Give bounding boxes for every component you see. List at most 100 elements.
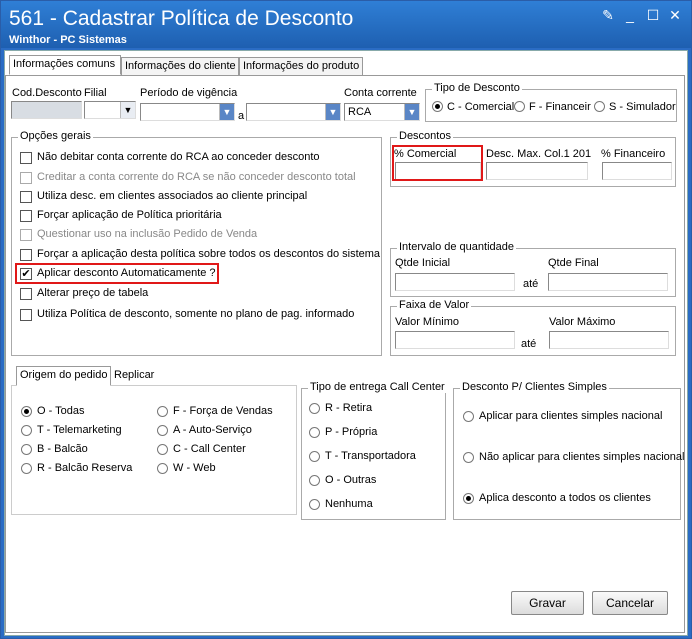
cod-desconto-input	[11, 101, 82, 119]
radio-simulador-label: S - Simulador	[609, 101, 676, 113]
conta-corrente-value: RCA	[348, 106, 372, 118]
origem-radio[interactable]	[157, 463, 168, 474]
simples-radio-label: Aplicar para clientes simples nacional	[479, 410, 663, 422]
entrega-radio[interactable]	[309, 451, 320, 462]
opcao-label: Creditar a conta corrente do RCA se não …	[37, 171, 356, 183]
maximize-icon[interactable]: ☐	[644, 7, 662, 23]
descontos-title: Descontos	[397, 130, 453, 142]
chevron-down-icon[interactable]: ▼	[404, 104, 419, 120]
chevron-down-icon[interactable]: ▼	[219, 104, 234, 120]
cod-desconto-label: Cod.Desconto	[12, 87, 82, 99]
entrega-radio[interactable]	[309, 427, 320, 438]
opcao-checkbox[interactable]	[20, 172, 32, 184]
origem-radio-label: B - Balcão	[37, 443, 88, 455]
origem-radio-label: R - Balcão Reserva	[37, 462, 133, 474]
radio-financeiro[interactable]	[514, 101, 525, 112]
periodo-label: Período de vigência	[140, 87, 238, 99]
entrega-radio-label: Nenhuma	[325, 498, 373, 510]
periodo-a-label: a	[238, 110, 245, 122]
radio-comercial-label: C - Comercial	[447, 101, 515, 113]
valor-maximo-input[interactable]	[549, 331, 669, 349]
chevron-down-icon[interactable]: ▼	[120, 102, 135, 118]
opcao-label: Utiliza desc. em clientes associados ao …	[37, 190, 308, 202]
origem-radio-label: C - Call Center	[173, 443, 246, 455]
window-title: 561 - Cadastrar Política de Desconto	[9, 7, 354, 30]
title-bar: 561 - Cadastrar Política de Desconto Win…	[1, 1, 691, 48]
opcao-label: Questionar uso na inclusão Pedido de Ven…	[37, 228, 258, 240]
desc-max-input[interactable]	[486, 162, 588, 180]
tab-informacoes-produto[interactable]: Informações do produto	[239, 57, 363, 75]
simples-radio[interactable]	[463, 411, 474, 422]
origem-radio[interactable]	[21, 425, 32, 436]
qtde-inicial-label: Qtde Inicial	[395, 257, 451, 269]
origem-radio-label: W - Web	[173, 462, 216, 474]
entrega-radio[interactable]	[309, 475, 320, 486]
opcao-checkbox[interactable]	[20, 309, 32, 321]
valor-minimo-label: Valor Mínimo	[395, 316, 459, 328]
tab-informacoes-comuns[interactable]: Informações comuns	[9, 55, 121, 75]
qtde-final-input[interactable]	[548, 273, 668, 291]
opcao-checkbox[interactable]	[20, 210, 32, 222]
tab-replicar[interactable]: Replicar	[111, 367, 158, 386]
periodo-inicio-input[interactable]: ▼	[140, 103, 235, 121]
desc-max-label: Desc. Max. Col.1 201	[486, 148, 592, 160]
entrega-title: Tipo de entrega Call Center	[308, 381, 447, 393]
entrega-radio-label: O - Outras	[325, 474, 377, 486]
conta-corrente-label: Conta corrente	[344, 87, 417, 99]
qtde-final-label: Qtde Final	[548, 257, 599, 269]
radio-comercial[interactable]	[432, 101, 443, 112]
opcao-checkbox[interactable]	[20, 249, 32, 261]
close-icon[interactable]: ✕	[666, 7, 684, 23]
entrega-radio[interactable]	[309, 403, 320, 414]
filial-label: Filial	[84, 87, 107, 99]
tab-informacoes-cliente[interactable]: Informações do cliente	[121, 57, 239, 75]
simples-radio[interactable]	[463, 452, 474, 463]
conta-corrente-select[interactable]: RCA ▼	[344, 103, 420, 121]
origem-radio-label: A - Auto-Serviço	[173, 424, 252, 436]
origem-radio[interactable]	[21, 463, 32, 474]
opcao-checkbox[interactable]	[20, 288, 32, 300]
gravar-button[interactable]: Gravar	[511, 591, 584, 615]
highlight-comercial	[392, 145, 483, 181]
valor-maximo-label: Valor Máximo	[549, 316, 616, 328]
opcao-checkbox[interactable]	[20, 191, 32, 203]
radio-simulador[interactable]	[594, 101, 605, 112]
tipo-desconto-title: Tipo de Desconto	[432, 82, 522, 94]
opcoes-gerais-title: Opções gerais	[18, 130, 93, 142]
origem-radio[interactable]	[157, 425, 168, 436]
simples-title: Desconto P/ Clientes Simples	[460, 381, 609, 393]
origem-radio-label: O - Todas	[37, 405, 85, 417]
origem-radio[interactable]	[157, 444, 168, 455]
intervalo-ate-label: até	[523, 278, 539, 290]
opcao-checkbox[interactable]	[20, 152, 32, 164]
origem-radio-label: F - Força de Vendas	[173, 405, 273, 417]
qtde-inicial-input[interactable]	[395, 273, 515, 291]
simples-radio-label: Aplica desconto a todos os clientes	[479, 492, 651, 504]
origem-radio[interactable]	[157, 406, 168, 417]
filial-select[interactable]: ▼	[84, 101, 136, 119]
opcao-label: Alterar preço de tabela	[37, 287, 149, 299]
origem-radio[interactable]	[21, 406, 32, 417]
periodo-fim-input[interactable]: ▼	[246, 103, 341, 121]
cancelar-button[interactable]: Cancelar	[592, 591, 668, 615]
opcao-label: Utiliza Política de desconto, somente no…	[37, 308, 355, 320]
origem-radio[interactable]	[21, 444, 32, 455]
valor-minimo-input[interactable]	[395, 331, 515, 349]
entrega-radio[interactable]	[309, 499, 320, 510]
highlight-aplicar-desconto	[15, 263, 219, 284]
opcao-label: Forçar a aplicação desta política sobre …	[37, 248, 381, 260]
window-subtitle: Winthor - PC Sistemas	[9, 34, 127, 46]
edit-icon[interactable]: ✎	[599, 7, 617, 23]
intervalo-title: Intervalo de quantidade	[397, 241, 516, 253]
minimize-icon[interactable]: _	[621, 7, 639, 23]
entrega-radio-label: R - Retira	[325, 402, 373, 414]
tab-origem-pedido[interactable]: Origem do pedido	[16, 366, 111, 386]
financeiro-input[interactable]	[602, 162, 672, 180]
opcao-checkbox[interactable]	[20, 229, 32, 241]
opcao-label: Forçar aplicação de Política prioritária	[37, 209, 222, 221]
opcao-label: Não debitar conta corrente do RCA ao con…	[37, 151, 320, 163]
entrega-radio-label: T - Transportadora	[325, 450, 416, 462]
chevron-down-icon[interactable]: ▼	[325, 104, 340, 120]
financeiro-label: % Financeiro	[601, 148, 666, 160]
simples-radio[interactable]	[463, 493, 474, 504]
